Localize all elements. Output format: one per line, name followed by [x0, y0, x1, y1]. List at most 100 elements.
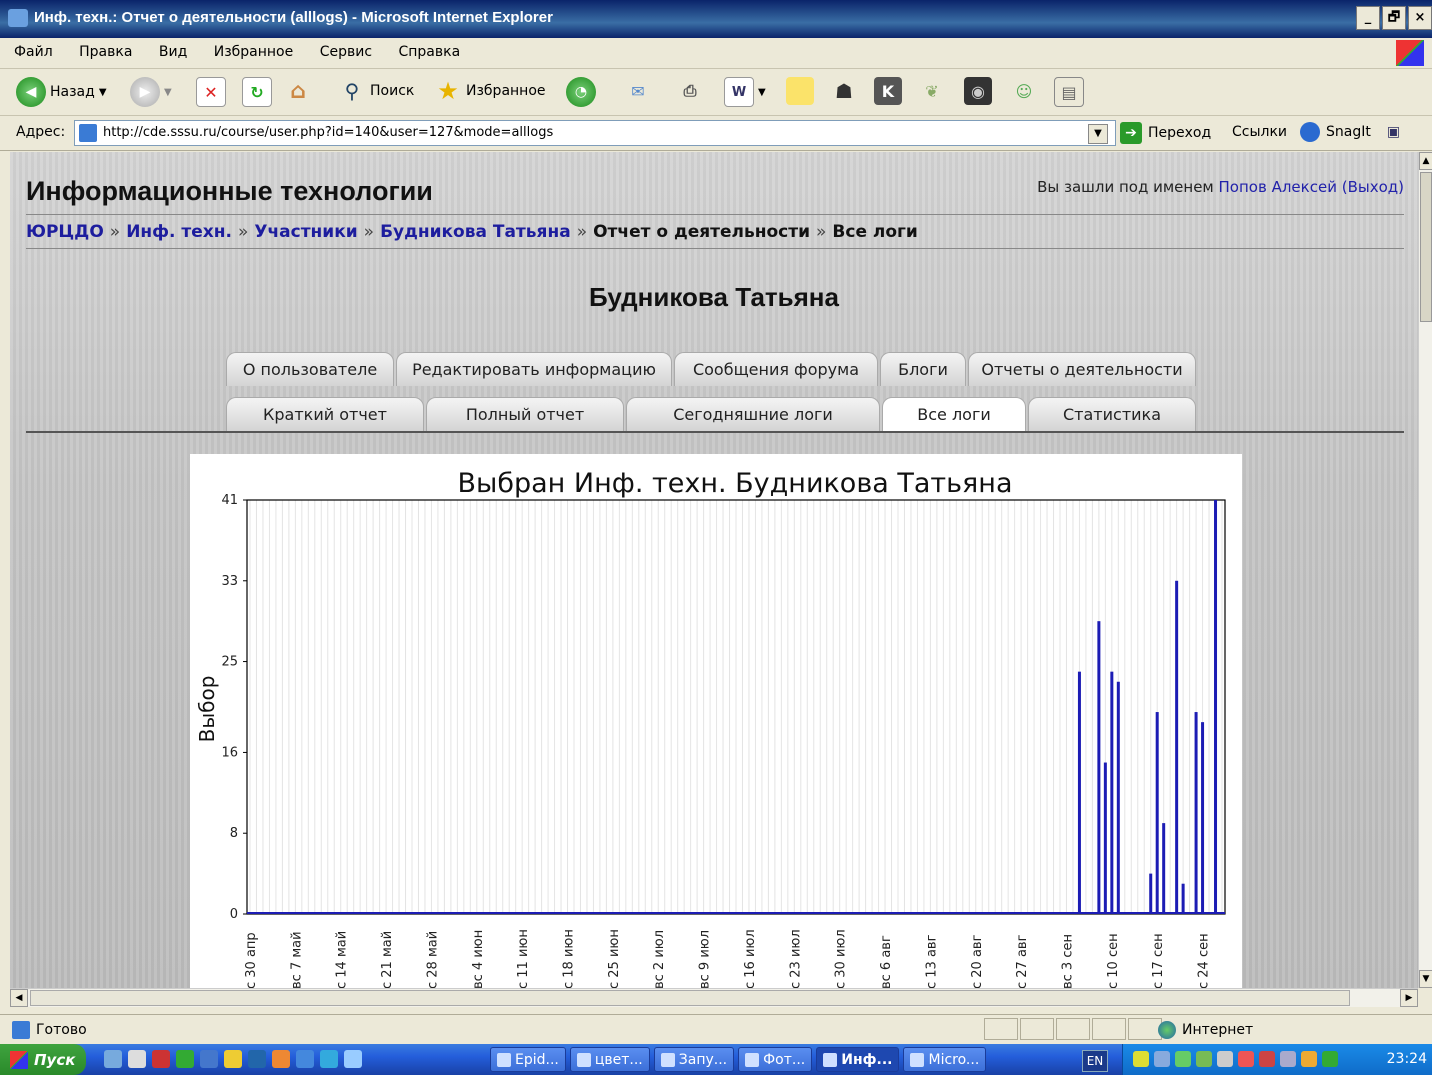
print-icon[interactable]: ⎙: [676, 77, 704, 105]
tray-icon[interactable]: [1133, 1051, 1149, 1067]
quicklaunch-icon[interactable]: [320, 1050, 338, 1068]
tab-profile[interactable]: О пользователе: [226, 352, 394, 386]
x-tick-label: вс 2 июл: [652, 930, 667, 988]
quicklaunch-icon[interactable]: [272, 1050, 290, 1068]
scroll-thumb[interactable]: [30, 990, 1350, 1006]
maximize-button[interactable]: 🗗: [1382, 6, 1406, 30]
quicklaunch-icon[interactable]: [152, 1050, 170, 1068]
x-tick-label: с 30 июл: [834, 929, 849, 988]
menu-favorites[interactable]: Избранное: [214, 44, 294, 60]
tab-statistics[interactable]: Статистика: [1028, 397, 1196, 431]
y-tick-label: 8: [230, 826, 238, 841]
breadcrumb-home[interactable]: ЮРЦДО: [26, 222, 104, 242]
address-input[interactable]: http://cde.sssu.ru/course/user.php?id=14…: [74, 120, 1116, 146]
users-icon[interactable]: ☺: [1010, 77, 1038, 105]
app-icon: [823, 1052, 838, 1067]
menu-file[interactable]: Файл: [14, 44, 53, 60]
task-button[interactable]: Инф...: [816, 1047, 900, 1072]
minimize-button[interactable]: _: [1356, 6, 1380, 30]
tray-icon[interactable]: [1175, 1051, 1191, 1067]
page-viewport: Информационные технологии Вы зашли под и…: [10, 152, 1418, 988]
mail-icon[interactable]: ✉: [624, 77, 652, 105]
favorites-button[interactable]: ★ Избранное: [434, 77, 545, 105]
tab-outline-report[interactable]: Краткий отчет: [226, 397, 424, 431]
app-icon: [497, 1052, 511, 1067]
quicklaunch-icon[interactable]: [176, 1050, 194, 1068]
refresh-icon[interactable]: ↻: [242, 77, 272, 107]
tab-all-logs[interactable]: Все логи: [882, 397, 1026, 431]
note-icon[interactable]: [786, 77, 814, 105]
quicklaunch-icon[interactable]: [104, 1050, 122, 1068]
breadcrumb-participants[interactable]: Участники: [254, 222, 357, 242]
tab-complete-report[interactable]: Полный отчет: [426, 397, 624, 431]
scroll-up-icon[interactable]: ▲: [1419, 152, 1432, 170]
tab-forum-posts[interactable]: Сообщения форума: [674, 352, 878, 386]
snagit-button[interactable]: SnagIt ▣: [1300, 122, 1400, 142]
k-icon[interactable]: K: [874, 77, 902, 105]
task-button[interactable]: цвет...: [569, 1047, 650, 1072]
tabs-row-2: Краткий отчет Полный отчет Сегодняшние л…: [226, 397, 1198, 431]
quicklaunch-icon[interactable]: [128, 1050, 146, 1068]
tray-icon[interactable]: [1196, 1051, 1212, 1067]
task-button[interactable]: Запу...: [653, 1047, 735, 1072]
back-button[interactable]: ◀ Назад ▼: [16, 77, 107, 107]
camera-icon[interactable]: ◉: [964, 77, 992, 105]
y-tick-label: 0: [230, 907, 238, 922]
forward-button[interactable]: ▶ ▼: [130, 77, 172, 107]
horizontal-scrollbar[interactable]: ◀ ▶: [10, 988, 1418, 1007]
language-indicator[interactable]: EN: [1082, 1050, 1108, 1072]
chart-bar: [1162, 823, 1166, 914]
go-button[interactable]: ➔ Переход: [1120, 122, 1211, 144]
scroll-thumb[interactable]: [1420, 172, 1432, 322]
save-icon[interactable]: ▤: [1054, 77, 1084, 107]
history-icon[interactable]: ◔: [566, 77, 596, 107]
messenger-icon[interactable]: ☗: [830, 77, 858, 105]
breadcrumb-course[interactable]: Инф. техн.: [126, 222, 232, 242]
close-button[interactable]: ×: [1408, 6, 1432, 30]
tray-icon[interactable]: [1301, 1051, 1317, 1067]
quicklaunch-icon[interactable]: [200, 1050, 218, 1068]
tab-today-logs[interactable]: Сегодняшние логи: [626, 397, 880, 431]
logout-link[interactable]: (Выход): [1342, 178, 1404, 196]
quicklaunch-icon[interactable]: [344, 1050, 362, 1068]
scroll-down-icon[interactable]: ▼: [1419, 970, 1432, 988]
snagit-window-icon[interactable]: ▣: [1387, 124, 1400, 140]
scroll-right-icon[interactable]: ▶: [1400, 989, 1418, 1007]
links-button[interactable]: Ссылки: [1232, 124, 1287, 140]
word-icon[interactable]: W: [724, 77, 754, 107]
start-button[interactable]: Пуск: [0, 1044, 86, 1075]
task-button[interactable]: Epid...: [490, 1047, 566, 1072]
tray-icon[interactable]: [1322, 1051, 1338, 1067]
scroll-left-icon[interactable]: ◀: [10, 989, 28, 1007]
stop-icon[interactable]: ✕: [196, 77, 226, 107]
address-dropdown-icon[interactable]: ▼: [1088, 124, 1108, 144]
tab-edit-profile[interactable]: Редактировать информацию: [396, 352, 672, 386]
vertical-scrollbar[interactable]: ▲ ▼: [1418, 152, 1432, 988]
chart-bar: [1149, 873, 1153, 914]
task-button[interactable]: Micro...: [903, 1047, 987, 1072]
task-button[interactable]: Фот...: [738, 1047, 813, 1072]
globe-icon: [1158, 1021, 1176, 1039]
research-icon[interactable]: ❦: [918, 77, 946, 105]
menu-view[interactable]: Вид: [159, 44, 187, 60]
quicklaunch-icon[interactable]: [224, 1050, 242, 1068]
tab-activity-reports[interactable]: Отчеты о деятельности: [968, 352, 1196, 386]
breadcrumb-user[interactable]: Будникова Татьяна: [380, 222, 571, 242]
tray-icon[interactable]: [1217, 1051, 1233, 1067]
tray-icon[interactable]: [1238, 1051, 1254, 1067]
tab-blogs[interactable]: Блоги: [880, 352, 966, 386]
quicklaunch-icon[interactable]: [248, 1050, 266, 1068]
login-user-link[interactable]: Попов Алексей: [1219, 178, 1337, 196]
home-icon[interactable]: ⌂: [284, 77, 312, 105]
search-button[interactable]: ⚲ Поиск: [338, 77, 415, 105]
address-url: http://cde.sssu.ru/course/user.php?id=14…: [103, 125, 554, 140]
menu-help[interactable]: Справка: [398, 44, 460, 60]
tray-icon[interactable]: [1154, 1051, 1170, 1067]
menu-tools[interactable]: Сервис: [320, 44, 372, 60]
site-title: Информационные технологии: [26, 176, 433, 206]
menu-edit[interactable]: Правка: [79, 44, 132, 60]
tray-icon[interactable]: [1280, 1051, 1296, 1067]
tray-icon[interactable]: [1259, 1051, 1275, 1067]
quicklaunch-icon[interactable]: [296, 1050, 314, 1068]
viewport-left-edge: [0, 152, 10, 988]
